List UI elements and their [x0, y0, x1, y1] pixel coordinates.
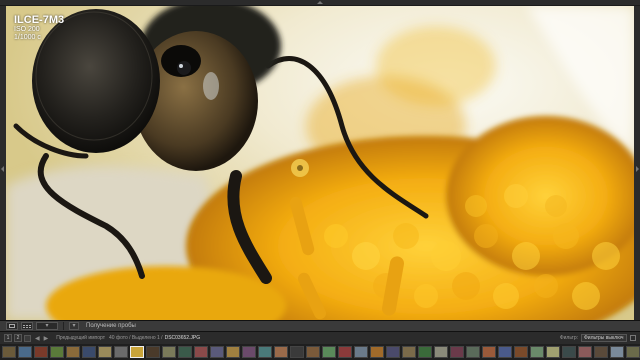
filter-lock-icon[interactable] — [630, 335, 636, 341]
toolbar-divider — [63, 322, 64, 330]
collapse-up-icon — [317, 1, 323, 4]
primary-display-button[interactable]: 1 — [4, 334, 12, 342]
filmstrip[interactable] — [0, 344, 640, 360]
chevron-down-icon: ▾ — [72, 322, 76, 329]
filmstrip-thumbnail[interactable] — [402, 346, 416, 358]
sampler-label: Получение пробы — [86, 323, 136, 329]
filmstrip-thumbnail[interactable] — [34, 346, 48, 358]
filmstrip-thumbnail[interactable] — [514, 346, 528, 358]
photo-count: 40 фото / Выделено 1 / — [109, 335, 163, 341]
filmstrip-thumbnail[interactable] — [210, 346, 224, 358]
filmstrip-thumbnail[interactable] — [562, 346, 576, 358]
filmstrip-thumbnail[interactable] — [498, 346, 512, 358]
filmstrip-thumbnail[interactable] — [82, 346, 96, 358]
filmstrip-thumbnail[interactable] — [578, 346, 592, 358]
filmstrip-thumbnail[interactable] — [370, 346, 384, 358]
photo-info-overlay: ILCE-7M3 ISO 200 1/1000 с — [14, 14, 64, 42]
right-panel-toggle[interactable] — [634, 6, 640, 320]
shutter-speed: 1/1000 с — [14, 34, 41, 41]
filmstrip-thumbnail[interactable] — [306, 346, 320, 358]
filmstrip-thumbnail[interactable] — [482, 346, 496, 358]
loupe-view-button[interactable] — [6, 322, 18, 330]
photo-viewer[interactable]: ILCE-7M3 ISO 200 1/1000 с — [6, 6, 634, 320]
camera-model: ILCE-7M3 — [14, 14, 65, 26]
chevron-down-icon: ▾ — [45, 322, 49, 329]
filmstrip-thumbnail[interactable] — [2, 346, 16, 358]
filmstrip-thumbnail[interactable] — [274, 346, 288, 358]
filmstrip-source[interactable]: Предыдущий импорт — [56, 335, 105, 341]
filmstrip-thumbnail[interactable] — [226, 346, 240, 358]
forward-arrow-icon[interactable]: ▶ — [44, 335, 49, 342]
filmstrip-thumbnail[interactable] — [626, 346, 640, 358]
filmstrip-thumbnail[interactable] — [290, 346, 304, 358]
filter-controls: Фильтр: Фильтры выключ — [560, 334, 636, 342]
filmstrip-thumbnail[interactable] — [98, 346, 112, 358]
filmstrip-thumbnail[interactable] — [194, 346, 208, 358]
filmstrip-thumbnail[interactable] — [530, 346, 544, 358]
macro-photo-image — [6, 6, 634, 320]
filmstrip-thumbnail[interactable] — [434, 346, 448, 358]
filmstrip-header: 1 2 ◀ ▶ Предыдущий импорт 40 фото / Выде… — [0, 332, 640, 344]
lightroom-window: ILCE-7M3 ISO 200 1/1000 с ▾ ▾ Получение … — [0, 0, 640, 360]
filmstrip-thumbnail[interactable] — [50, 346, 64, 358]
filter-dropdown[interactable]: Фильтры выключ — [581, 334, 627, 342]
expand-right-icon — [636, 166, 639, 172]
expand-left-icon — [1, 166, 4, 172]
filmstrip-thumbnail[interactable] — [338, 346, 352, 358]
filmstrip-thumbnail[interactable] — [418, 346, 432, 358]
filmstrip-thumbnail[interactable] — [354, 346, 368, 358]
filmstrip-thumbnail[interactable] — [178, 346, 192, 358]
filmstrip-thumbnail[interactable] — [114, 346, 128, 358]
selected-filename: DSC03652.JPG — [164, 335, 201, 341]
filmstrip-thumbnail[interactable] — [386, 346, 400, 358]
filmstrip-thumbnail[interactable] — [610, 346, 624, 358]
back-arrow-icon[interactable]: ◀ — [35, 335, 40, 342]
grid-icon — [23, 324, 31, 328]
grid-view-button[interactable] — [21, 322, 33, 330]
filmstrip-thumbnail[interactable] — [466, 346, 480, 358]
filmstrip-thumbnail[interactable] — [162, 346, 176, 358]
filmstrip-thumbnail[interactable] — [450, 346, 464, 358]
secondary-display-button[interactable]: 2 — [14, 334, 22, 342]
filmstrip-thumbnail[interactable] — [546, 346, 560, 358]
grid-mode-button[interactable] — [24, 334, 31, 342]
filmstrip-thumbnail[interactable] — [594, 346, 608, 358]
filter-label: Фильтр: — [559, 335, 578, 341]
filmstrip-thumbnail[interactable] — [242, 346, 256, 358]
filmstrip-thumbnail[interactable] — [322, 346, 336, 358]
filmstrip-thumbnail[interactable] — [18, 346, 32, 358]
filmstrip-thumbnail[interactable] — [146, 346, 160, 358]
iso-value: ISO 200 — [14, 26, 40, 33]
sampler-button[interactable]: ▾ — [69, 322, 79, 330]
filmstrip-thumbnail[interactable] — [130, 346, 144, 358]
filmstrip-thumbnail[interactable] — [258, 346, 272, 358]
filmstrip-thumbnail[interactable] — [66, 346, 80, 358]
compare-view-dropdown[interactable]: ▾ — [36, 322, 58, 330]
toolbar: ▾ ▾ Получение пробы — [0, 320, 640, 332]
loupe-icon — [9, 324, 15, 328]
